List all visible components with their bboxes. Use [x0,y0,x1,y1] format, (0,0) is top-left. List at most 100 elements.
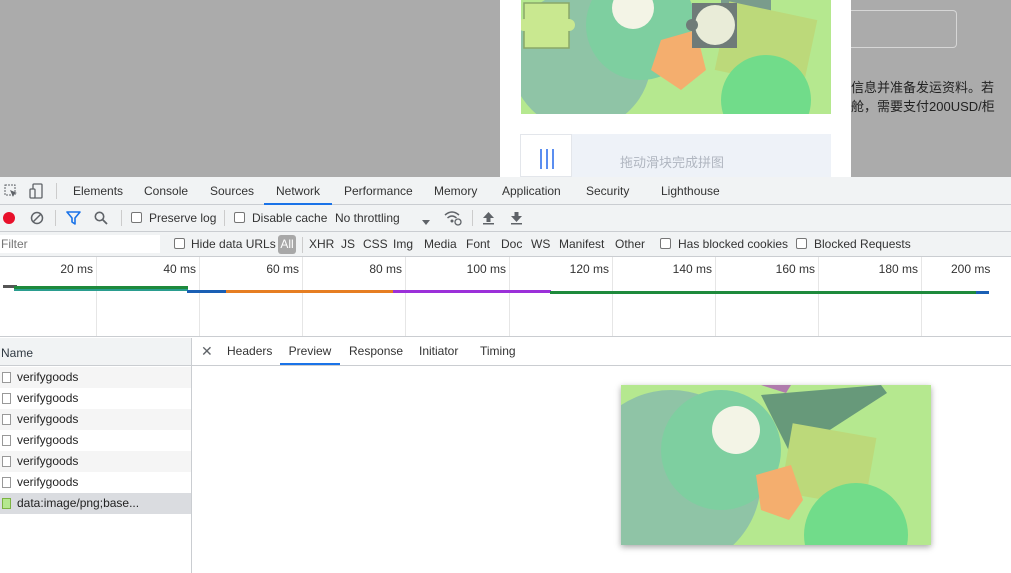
disable-cache-label: Disable cache [252,211,328,225]
request-row[interactable]: verifygoods [0,388,191,409]
network-conditions-icon[interactable] [444,210,462,229]
request-row[interactable]: verifygoods [0,451,191,472]
clear-icon[interactable] [30,211,44,228]
detail-tab-headers[interactable]: Headers [227,338,272,365]
inspect-element-icon[interactable] [4,184,18,201]
grip-line-icon [540,149,542,169]
timeline-tick-label: 120 ms [569,262,609,276]
filter-type-xhr[interactable]: XHR [309,237,334,251]
blocked-requests-label: Blocked Requests [814,237,911,251]
blocked-requests-checkbox[interactable] [796,238,807,249]
request-name: verifygoods [17,475,79,489]
tab-memory[interactable]: Memory [434,177,477,205]
has-blocked-cookies-checkbox[interactable] [660,238,671,249]
toolbar-divider [56,183,57,199]
request-list: verifygoods verifygoods verifygoods veri… [0,366,192,573]
timeline-gridline [509,257,510,336]
tab-sources[interactable]: Sources [210,177,254,205]
timeline-gridline [715,257,716,336]
filter-type-media[interactable]: Media [424,237,457,251]
timeline-gridline [612,257,613,336]
request-name: verifygoods [17,454,79,468]
search-icon[interactable] [94,211,108,228]
toolbar-divider [121,210,122,226]
timeline-tick-label: 80 ms [369,262,402,276]
disable-cache-checkbox[interactable] [234,212,245,223]
request-name: data:image/png;base... [17,496,140,510]
captcha-puzzle-image [521,0,831,114]
toolbar-divider [302,237,303,253]
tab-performance[interactable]: Performance [344,177,413,205]
captcha-slider-handle[interactable] [520,134,572,177]
waterfall-bar [550,291,740,294]
preserve-log-checkbox[interactable] [131,212,142,223]
tab-elements[interactable]: Elements [73,177,123,205]
devtools-tabbar: Elements Console Sources Network Perform… [0,177,1011,205]
timeline-tick-label: 100 ms [466,262,506,276]
filter-type-all[interactable]: All [278,235,296,254]
toolbar-divider [472,210,473,226]
tab-lighthouse[interactable]: Lighthouse [661,177,720,205]
network-toolbar: Preserve log Disable cache No throttling [0,205,1011,232]
filter-type-css[interactable]: CSS [363,237,388,251]
document-icon [2,477,11,488]
device-toolbar-icon[interactable] [29,183,43,202]
tab-network[interactable]: Network [264,177,332,205]
filter-type-js[interactable]: JS [341,237,355,251]
request-row[interactable]: verifygoods [0,367,191,388]
waterfall-bar [393,290,551,293]
filter-type-manifest[interactable]: Manifest [559,237,604,251]
document-icon [2,372,11,383]
request-list-header[interactable]: Name [0,338,192,366]
filter-icon[interactable] [66,211,81,228]
waterfall-bar [740,291,977,294]
filter-type-ws[interactable]: WS [531,237,550,251]
detail-tab-response[interactable]: Response [349,338,403,365]
timeline-tick-label: 140 ms [672,262,712,276]
timeline-gridline [96,257,97,336]
request-detail-tabs: ✕ Headers Preview Response Initiator Tim… [192,338,1011,366]
waterfall-bar [187,290,227,293]
dropdown-arrow-icon [422,215,430,229]
close-icon[interactable]: ✕ [201,343,213,360]
filter-type-doc[interactable]: Doc [501,237,522,251]
tab-console[interactable]: Console [144,177,188,205]
hide-data-urls-label: Hide data URLs [191,237,276,251]
timeline-tick-label: 40 ms [163,262,196,276]
timeline-gridline [302,257,303,336]
detail-tab-initiator[interactable]: Initiator [419,338,458,365]
network-overview[interactable]: 20 ms 40 ms 60 ms 80 ms 100 ms 120 ms 14… [0,257,1011,337]
request-name: verifygoods [17,370,79,384]
request-row[interactable]: verifygoods [0,472,191,493]
import-har-icon[interactable] [482,211,495,228]
toolbar-divider [55,210,56,226]
timeline-tick-label: 200 ms [951,262,991,276]
detail-tab-timing[interactable]: Timing [480,338,516,365]
filter-input[interactable] [0,235,160,253]
export-har-icon[interactable] [510,211,523,228]
throttling-select[interactable]: No throttling [335,211,400,225]
timeline-gridline [405,257,406,336]
waterfall-bar [976,291,989,294]
filter-type-other[interactable]: Other [615,237,645,251]
timeline-gridline [818,257,819,336]
record-icon[interactable] [3,212,15,224]
timeline-tick-label: 160 ms [775,262,815,276]
document-icon [2,435,11,446]
request-row[interactable]: verifygoods [0,430,191,451]
hide-data-urls-checkbox[interactable] [174,238,185,249]
document-icon [2,456,11,467]
request-row[interactable]: verifygoods [0,409,191,430]
timeline-tick-label: 60 ms [266,262,299,276]
request-name: verifygoods [17,412,79,426]
request-row-selected[interactable]: data:image/png;base... [0,493,191,514]
background-input[interactable] [851,10,957,48]
preserve-log-label: Preserve log [149,211,217,225]
filter-type-font[interactable]: Font [466,237,490,251]
filter-type-img[interactable]: Img [393,237,413,251]
tab-application[interactable]: Application [502,177,561,205]
tab-security[interactable]: Security [586,177,629,205]
name-column-header: Name [1,346,34,360]
request-name: verifygoods [17,433,79,447]
detail-tab-preview[interactable]: Preview [280,338,340,365]
